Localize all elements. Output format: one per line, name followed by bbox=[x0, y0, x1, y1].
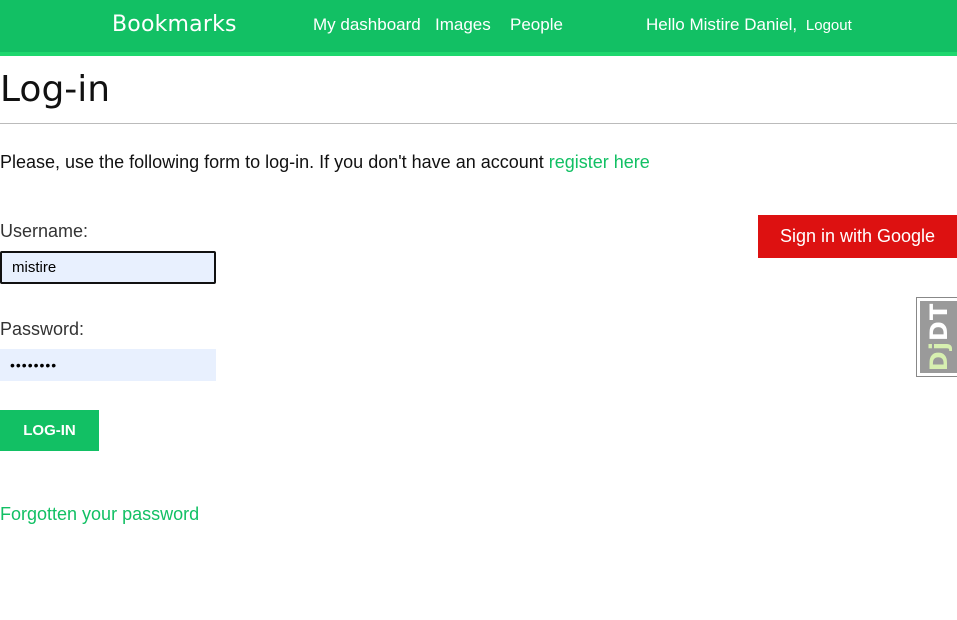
forgot-password-link[interactable]: Forgotten your password bbox=[0, 504, 199, 525]
intro-message: Please, use the following form to log-in… bbox=[0, 152, 549, 172]
debug-toolbar-prefix: Dj bbox=[925, 341, 953, 372]
username-input[interactable] bbox=[0, 251, 216, 284]
user-greeting: Hello Mistire Daniel, bbox=[646, 15, 798, 34]
user-greeting-area: Hello Mistire Daniel, Logout bbox=[646, 15, 852, 35]
title-divider bbox=[0, 123, 957, 124]
login-button[interactable]: Log-in bbox=[0, 410, 99, 451]
username-label: Username: bbox=[0, 221, 89, 241]
debug-toolbar-handle[interactable]: DjDT bbox=[916, 297, 957, 377]
page-title: Log-in bbox=[0, 69, 111, 110]
debug-toolbar-suffix: DT bbox=[925, 302, 953, 342]
password-input[interactable] bbox=[0, 349, 216, 381]
nav-images[interactable]: Images bbox=[435, 15, 491, 35]
nav-people[interactable]: People bbox=[510, 15, 563, 35]
intro-text: Please, use the following form to log-in… bbox=[0, 152, 650, 173]
logout-link[interactable]: Logout bbox=[806, 17, 852, 34]
brand-logo-link[interactable]: Bookmarks bbox=[112, 12, 237, 37]
top-bar: Bookmarks My dashboard Images People Hel… bbox=[0, 0, 957, 56]
google-sign-in-button[interactable]: Sign in with Google bbox=[758, 215, 957, 258]
password-label: Password: bbox=[0, 319, 85, 339]
debug-toolbar-icon: DjDT bbox=[920, 301, 957, 373]
nav-my-dashboard[interactable]: My dashboard bbox=[313, 15, 421, 35]
register-link[interactable]: register here bbox=[549, 152, 650, 172]
